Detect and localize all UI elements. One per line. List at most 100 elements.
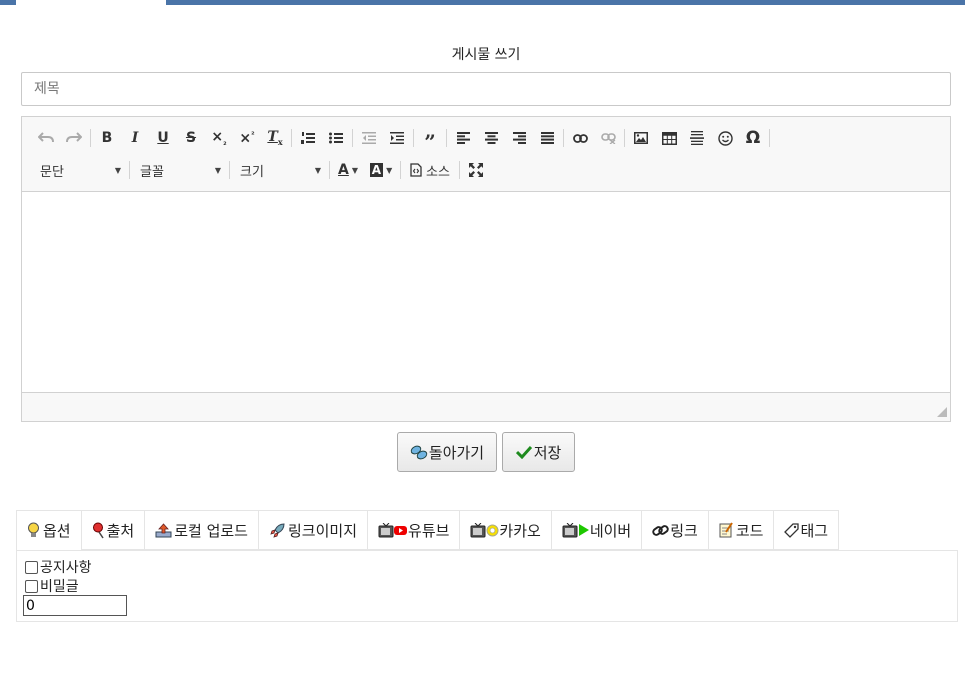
tab-label: 네이버 (589, 521, 632, 540)
superscript-button[interactable]: ×² (233, 125, 261, 151)
source-button[interactable]: 소스 (403, 157, 457, 183)
redo-button[interactable] (60, 125, 88, 151)
source-button-label: 소스 (426, 164, 450, 180)
attachment-tabs: 옵션 출처 로컬 업로드 링크이미지 유튜브 카카오 네이버 링크 코드 태그 (16, 510, 840, 550)
upload-icon (155, 522, 172, 537)
smiley-icon (717, 130, 733, 146)
secret-checkbox[interactable] (25, 579, 38, 593)
back-button[interactable]: 돌아가기 (397, 432, 497, 472)
tab-label: 유튜브 (408, 521, 450, 540)
fullscreen-button[interactable] (462, 157, 490, 183)
align-center-button[interactable] (477, 125, 505, 151)
toolbar-separator (769, 129, 770, 147)
page-title: 게시물 쓰기 (451, 47, 521, 63)
numbered-list-button[interactable] (294, 125, 322, 151)
tab-code[interactable]: 코드 (708, 510, 775, 550)
quote-icon: ” (424, 130, 436, 154)
tab-label: 출처 (106, 521, 135, 540)
tab-tag[interactable]: 태그 (774, 510, 840, 550)
notice-checkbox[interactable] (25, 560, 38, 574)
tab-youtube[interactable]: 유튜브 (368, 510, 461, 550)
toolbar-separator (459, 161, 460, 179)
background-color-icon: A (369, 163, 384, 177)
text-color-icon: A (338, 162, 349, 178)
memo-icon (719, 522, 733, 538)
tab-local-upload[interactable]: 로컬 업로드 (145, 510, 259, 550)
naver-icon (578, 524, 589, 536)
link-icon (652, 524, 669, 536)
bullet-list-button[interactable] (322, 125, 350, 151)
horizontal-rule-icon (690, 131, 704, 145)
unlink-button[interactable] (594, 125, 622, 151)
underline-button[interactable]: U (149, 125, 177, 151)
toolbar-separator (563, 129, 564, 147)
underline-icon: U (157, 130, 169, 146)
blockquote-button[interactable]: ” (416, 125, 444, 154)
editor-toolbar: B I U S ×₂ ×² Tx ” Ω 문단 ▼ 글꼴 ▼ 크기 ▼ A ▼ … (22, 117, 950, 192)
indent-button[interactable] (383, 125, 411, 151)
align-justify-icon (540, 132, 554, 144)
insert-table-button[interactable] (655, 125, 683, 151)
size-select[interactable]: 크기 ▼ (232, 159, 327, 181)
align-justify-button[interactable] (533, 125, 561, 151)
options-panel: 공지사항 비밀글 (16, 550, 958, 622)
font-select[interactable]: 글꼴 ▼ (132, 159, 227, 181)
tab-kakao[interactable]: 카카오 (460, 510, 552, 550)
size-select-label: 크기 (240, 164, 264, 180)
insert-link-button[interactable] (566, 125, 594, 151)
tab-label: 카카오 (499, 521, 541, 540)
table-icon (661, 131, 677, 145)
insert-image-button[interactable] (627, 125, 655, 151)
tv-icon (562, 522, 578, 537)
tab-options[interactable]: 옵션 (16, 510, 82, 550)
chevron-down-icon: ▼ (214, 165, 221, 175)
strikethrough-icon: S (185, 130, 197, 146)
number-input[interactable] (23, 595, 127, 616)
format-select[interactable]: 문단 ▼ (32, 159, 127, 181)
unlink-icon (600, 132, 616, 144)
tab-link[interactable]: 링크 (642, 510, 709, 550)
tab-link-image[interactable]: 링크이미지 (259, 510, 369, 550)
format-select-label: 문단 (40, 164, 64, 180)
strikethrough-button[interactable]: S (177, 125, 205, 151)
bold-button[interactable]: B (93, 125, 121, 151)
special-char-button[interactable]: Ω (739, 125, 767, 151)
background-color-button[interactable]: A ▼ (364, 157, 398, 183)
tab-label: 옵션 (43, 522, 71, 540)
tab-source[interactable]: 출처 (81, 510, 146, 550)
tag-icon (784, 522, 800, 538)
rocket-icon (270, 522, 285, 538)
align-right-button[interactable] (505, 125, 533, 151)
toolbar-row-1: B I U S ×₂ ×² Tx ” Ω (32, 125, 772, 154)
toolbar-separator (352, 129, 353, 147)
save-button-label: 저장 (533, 443, 562, 462)
save-button[interactable]: 저장 (502, 432, 575, 472)
emoji-button[interactable] (711, 125, 739, 151)
subscript-button[interactable]: ×₂ (205, 125, 233, 151)
italic-icon: I (131, 130, 139, 146)
italic-button[interactable]: I (121, 125, 149, 151)
pills-icon (410, 445, 428, 460)
lightbulb-icon (28, 522, 39, 537)
outdent-icon (362, 132, 376, 144)
pin-icon (92, 522, 104, 538)
tab-naver[interactable]: 네이버 (551, 510, 643, 550)
tv-icon (470, 522, 486, 537)
toolbar-separator (291, 129, 292, 147)
checkmark-icon (515, 445, 532, 459)
source-code-icon (410, 163, 422, 177)
undo-button[interactable] (32, 125, 60, 151)
image-icon (634, 132, 648, 144)
text-color-button[interactable]: A ▼ (332, 157, 364, 183)
clear-format-button[interactable]: Tx (261, 125, 289, 151)
superscript-icon: ×² (239, 129, 255, 147)
horizontal-rule-button[interactable] (683, 125, 711, 151)
resize-handle-icon[interactable] (937, 407, 947, 417)
tab-label: 링크 (670, 521, 698, 540)
indent-icon (390, 132, 404, 144)
title-input[interactable] (21, 72, 951, 106)
editor-content-area[interactable] (22, 192, 950, 392)
outdent-button[interactable] (355, 125, 383, 151)
tab-label: 코드 (735, 521, 764, 540)
align-left-button[interactable] (449, 125, 477, 151)
